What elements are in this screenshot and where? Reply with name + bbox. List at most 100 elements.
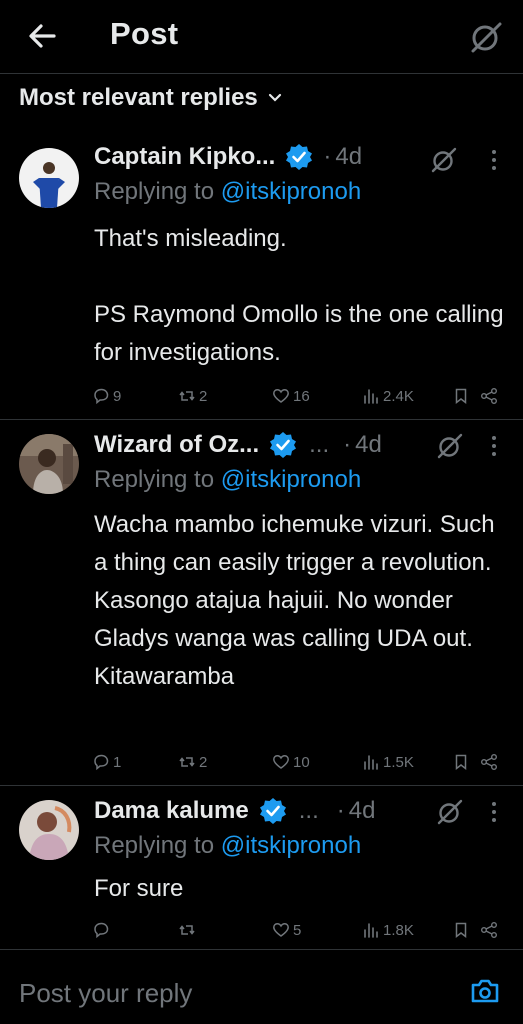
bookmark-icon: [455, 754, 467, 771]
reply-input-placeholder[interactable]: Post your reply: [19, 978, 192, 1009]
name-overflow-ellipsis: ...: [298, 797, 319, 824]
timestamp[interactable]: 4d: [335, 143, 362, 171]
views-button[interactable]: 1.5K: [362, 748, 414, 776]
reply-count: 1: [113, 753, 122, 771]
repost-icon: [179, 925, 195, 935]
share-button[interactable]: [480, 382, 501, 410]
replying-prefix: Replying to: [94, 832, 221, 859]
sort-label: Most relevant replies: [19, 84, 258, 111]
view-count: 2.4K: [383, 387, 414, 405]
verified-badge-icon: [286, 144, 313, 170]
verified-badge-icon: [259, 798, 286, 824]
replying-prefix: Replying to: [94, 178, 221, 205]
reply-button[interactable]: 1: [92, 748, 121, 776]
repost-count: 2: [199, 753, 208, 771]
grok-icon[interactable]: [436, 432, 464, 460]
views-button[interactable]: 2.4K: [362, 382, 414, 410]
action-bar: 9 2 16 2.4K: [92, 382, 512, 410]
author-name[interactable]: Dama kalume: [94, 797, 249, 825]
repost-button[interactable]: 2: [178, 748, 207, 776]
author-name[interactable]: Wizard of Oz...: [94, 431, 259, 459]
bookmark-button[interactable]: [452, 748, 473, 776]
replying-prefix: Replying to: [94, 466, 221, 493]
post-text: Wacha mambo ichemuke vizuri. Such a thin…: [94, 511, 502, 690]
bookmark-button[interactable]: [452, 382, 473, 410]
replying-to: Replying to @itskipronoh: [94, 832, 361, 860]
reply-icon: [94, 922, 109, 939]
heart-icon: [273, 389, 289, 403]
separator-dot: ·: [336, 797, 345, 824]
bookmark-button[interactable]: [452, 916, 473, 944]
like-count: 16: [293, 387, 310, 405]
camera-icon[interactable]: [469, 976, 501, 1006]
share-button[interactable]: [480, 916, 501, 944]
author-row: Dama kalume ... · 4d: [94, 794, 375, 828]
avatar[interactable]: [19, 434, 79, 494]
more-options-icon[interactable]: [490, 800, 498, 824]
like-button[interactable]: 10: [272, 748, 310, 776]
verified-badge-icon: [270, 432, 297, 458]
reply-composer[interactable]: Post your reply: [0, 960, 523, 1024]
like-button[interactable]: 5: [272, 916, 301, 944]
reply-icon: [94, 754, 109, 771]
more-options-icon[interactable]: [490, 148, 498, 172]
separator-dot: ·: [343, 431, 352, 458]
views-button[interactable]: 1.8K: [362, 916, 414, 944]
action-bar: 1 2 10 1.5K: [92, 748, 512, 776]
author-name[interactable]: Captain Kipko...: [94, 143, 275, 171]
grok-icon[interactable]: [469, 20, 503, 54]
view-count: 1.5K: [383, 753, 414, 771]
views-chart-icon: [364, 755, 378, 770]
page-title: Post: [110, 16, 179, 51]
views-chart-icon: [364, 389, 378, 404]
top-app-bar: Post: [0, 0, 523, 74]
chevron-down-icon: [268, 93, 281, 102]
reply-sort-dropdown[interactable]: Most relevant replies: [19, 82, 282, 114]
reply-button[interactable]: 9: [92, 382, 121, 410]
author-row: Wizard of Oz... ... · 4d: [94, 428, 382, 462]
post-text: That's misleading. PS Raymond Omollo is …: [94, 225, 504, 366]
reply-icon: [94, 388, 109, 405]
like-button[interactable]: 16: [272, 382, 310, 410]
reply-post[interactable]: Wizard of Oz... ... · 4d Replying to @it…: [0, 420, 523, 786]
repost-count: 2: [199, 387, 208, 405]
heart-icon: [273, 923, 289, 937]
back-arrow-icon[interactable]: [24, 20, 60, 52]
avatar[interactable]: [19, 800, 79, 860]
author-row: Captain Kipko... · 4d: [94, 140, 362, 174]
timestamp[interactable]: 4d: [355, 431, 382, 459]
replying-handle-link[interactable]: @itskipronoh: [221, 832, 361, 859]
reply-count: 9: [113, 387, 122, 405]
bookmark-icon: [455, 922, 467, 939]
avatar[interactable]: [19, 148, 79, 208]
reply-button[interactable]: [92, 916, 113, 944]
reply-post[interactable]: Dama kalume ... · 4d Replying to @itskip…: [0, 786, 523, 950]
share-button[interactable]: [480, 748, 501, 776]
bookmark-icon: [455, 388, 467, 405]
repost-icon: [179, 757, 195, 767]
separator-dot: ·: [323, 143, 332, 170]
replying-to: Replying to @itskipronoh: [94, 466, 361, 494]
heart-icon: [273, 755, 289, 769]
grok-icon[interactable]: [430, 146, 458, 174]
name-overflow-ellipsis: ...: [309, 431, 330, 458]
views-chart-icon: [364, 923, 378, 938]
like-count: 5: [293, 921, 302, 939]
replying-handle-link[interactable]: @itskipronoh: [221, 466, 361, 493]
repost-button[interactable]: 2: [178, 382, 207, 410]
repost-button[interactable]: [178, 916, 199, 944]
view-count: 1.8K: [383, 921, 414, 939]
replying-handle-link[interactable]: @itskipronoh: [221, 178, 361, 205]
grok-icon[interactable]: [436, 798, 464, 826]
post-text: For sure: [94, 875, 184, 902]
replying-to: Replying to @itskipronoh: [94, 178, 361, 206]
repost-icon: [179, 391, 195, 401]
action-bar: 5 1.8K: [92, 916, 512, 944]
like-count: 10: [293, 753, 310, 771]
share-icon: [481, 388, 497, 404]
more-options-icon[interactable]: [490, 434, 498, 458]
reply-post[interactable]: Captain Kipko... · 4d Replying to @itski…: [0, 126, 523, 420]
share-icon: [481, 922, 497, 938]
timestamp[interactable]: 4d: [349, 797, 376, 825]
share-icon: [481, 754, 497, 770]
